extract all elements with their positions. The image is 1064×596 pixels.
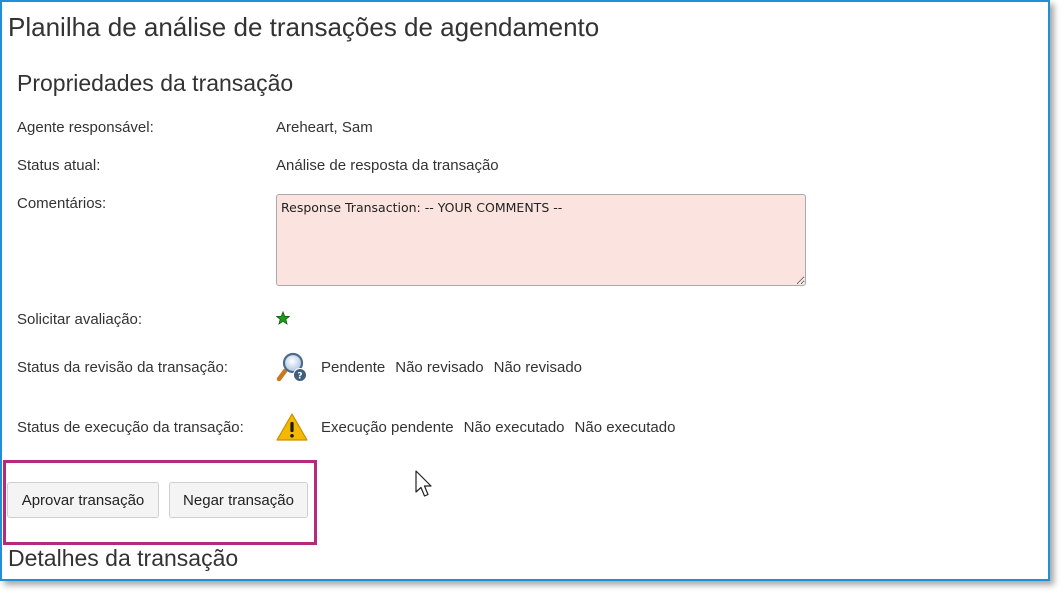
review-status-label: Status da revisão da transação: — [17, 359, 228, 376]
warning-icon — [276, 410, 311, 444]
execution-status-not-executed-2: Não executado — [574, 418, 676, 436]
assigned-agent-label: Agente responsável: — [17, 119, 154, 136]
comments-label: Comentários: — [17, 195, 107, 212]
review-status-not-reviewed-1: Não revisado — [395, 358, 484, 376]
magnifier-icon: ? — [276, 350, 311, 384]
request-review-label: Solicitar avaliação: — [17, 311, 143, 328]
execution-status-not-executed-1: Não executado — [463, 418, 565, 436]
review-status-row: ? Pendente Não revisado Não revisado — [276, 350, 592, 384]
current-status-value: Análise de resposta da transação — [276, 157, 499, 174]
review-status-pending: Pendente — [321, 358, 386, 376]
page-title: Planilha de análise de transações de age… — [8, 12, 600, 42]
approve-transaction-button[interactable]: Aprovar transação — [7, 482, 159, 518]
review-status-not-reviewed-2: Não revisado — [493, 358, 583, 376]
execution-status-pending: Execução pendente — [321, 418, 454, 436]
svg-text:?: ? — [297, 372, 302, 382]
deny-transaction-button[interactable]: Negar transação — [169, 482, 308, 518]
assigned-agent-value: Areheart, Sam — [276, 119, 373, 136]
execution-status-label: Status de execução da transação: — [17, 419, 244, 436]
properties-section-title: Propriedades da transação — [17, 70, 294, 96]
mouse-pointer-icon — [415, 470, 432, 497]
details-section-title: Detalhes da transação — [8, 545, 239, 571]
green-star-icon — [275, 310, 291, 325]
current-status-label: Status atual: — [17, 157, 101, 174]
comments-field[interactable] — [276, 194, 806, 286]
transaction-review-panel: Planilha de análise de transações de age… — [0, 0, 1050, 581]
request-review-star[interactable] — [275, 310, 291, 329]
execution-status-row: Execução pendente Não executado Não exec… — [276, 410, 685, 444]
